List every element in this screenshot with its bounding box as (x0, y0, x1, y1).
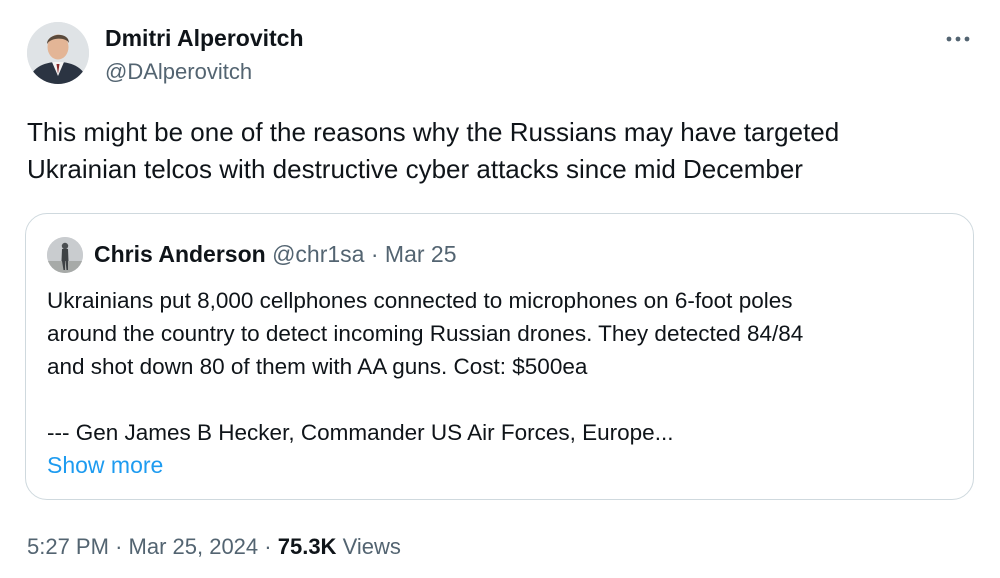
quoted-author-name[interactable]: Chris Anderson (94, 241, 266, 267)
quoted-meta-separator: · (370, 241, 379, 267)
author-handle[interactable]: @DAlperovitch (105, 58, 252, 86)
author-avatar-image (27, 22, 89, 84)
quoted-text-line: --- Gen James B Hecker, Commander US Air… (47, 420, 674, 445)
quoted-text-blank-line (47, 383, 957, 416)
quoted-author-handle[interactable]: @chr1sa (272, 241, 364, 267)
more-dots-icon (946, 36, 970, 42)
tweet-text: This might be one of the reasons why the… (27, 114, 967, 188)
quoted-tweet-text: Ukrainians put 8,000 cellphones connecte… (47, 284, 957, 449)
views-count: 75.3K (277, 534, 337, 559)
show-more-link[interactable]: Show more (47, 450, 163, 480)
quoted-author-avatar-image (47, 237, 83, 273)
tweet-time[interactable]: 5:27 PM (27, 534, 109, 559)
tweet-date[interactable]: Mar 25, 2024 (129, 534, 259, 559)
tweet-text-line: This might be one of the reasons why the… (27, 117, 840, 147)
quoted-tweet-header: Chris Anderson @chr1sa · Mar 25 (94, 240, 457, 268)
quoted-text-line: and shot down 80 of them with AA guns. C… (47, 354, 588, 379)
tweet: Dmitri Alperovitch @DAlperovitch This mi… (0, 0, 1000, 578)
quoted-text-line: around the country to detect incoming Ru… (47, 321, 804, 346)
author-name[interactable]: Dmitri Alperovitch (105, 24, 304, 52)
quoted-tweet-card[interactable]: Chris Anderson @chr1sa · Mar 25 Ukrainia… (25, 213, 974, 500)
footer-separator: · (115, 534, 123, 559)
quoted-text-line: Ukrainians put 8,000 cellphones connecte… (47, 288, 793, 313)
quoted-author-avatar[interactable] (47, 237, 83, 273)
tweet-footer-meta: 5:27 PM · Mar 25, 2024 · 75.3K Views (27, 532, 401, 562)
quoted-date[interactable]: Mar 25 (385, 241, 457, 267)
author-avatar[interactable] (27, 22, 89, 84)
footer-separator: · (264, 534, 272, 559)
views-label: Views (342, 534, 401, 559)
tweet-text-line: Ukrainian telcos with destructive cyber … (27, 154, 803, 184)
more-options-button[interactable] (938, 26, 978, 52)
